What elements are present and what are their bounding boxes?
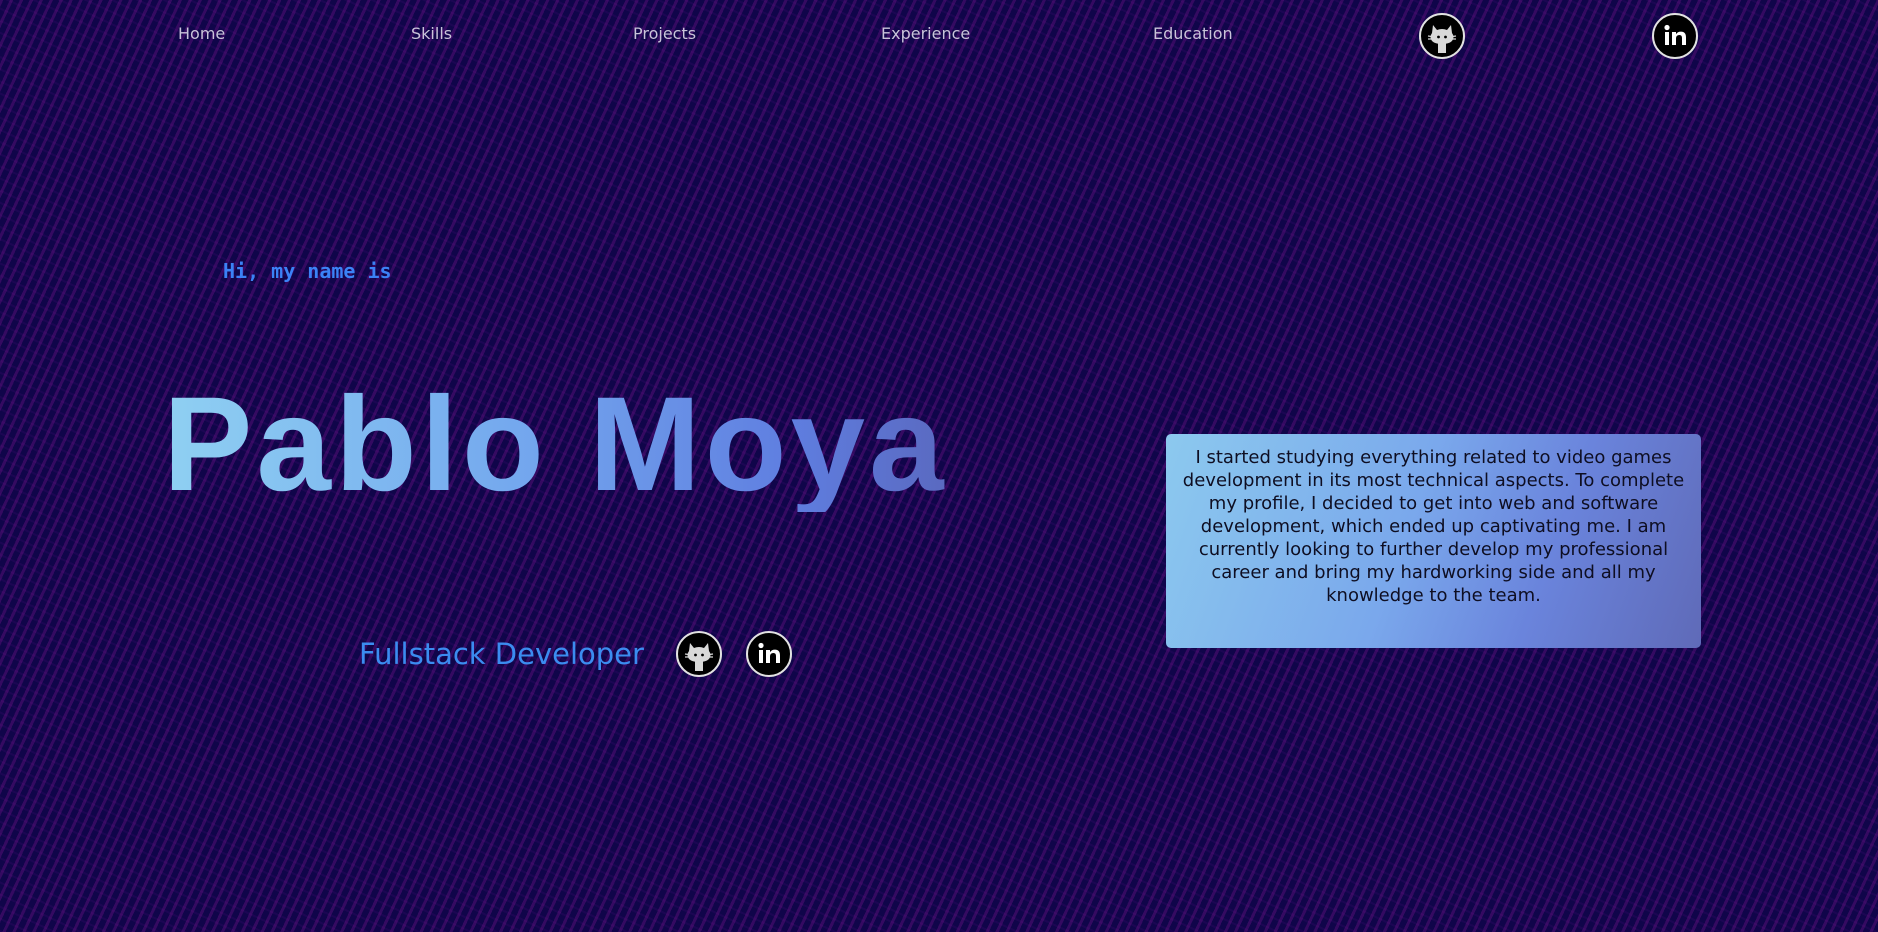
greeting-text: Hi, my name is	[223, 259, 392, 283]
linkedin-icon	[1664, 24, 1686, 45]
nav-link-experience[interactable]: Experience	[881, 24, 970, 43]
github-icon	[1427, 25, 1457, 53]
nav-github-link[interactable]	[1419, 13, 1465, 59]
nav-link-home[interactable]: Home	[178, 24, 225, 43]
hero-role: Fullstack Developer	[359, 637, 644, 671]
github-icon	[684, 643, 714, 671]
top-navigation: Home Skills Projects Experience Educatio…	[0, 0, 1878, 72]
nav-link-skills[interactable]: Skills	[411, 24, 452, 43]
linkedin-icon	[758, 642, 780, 663]
hero-github-link[interactable]	[676, 631, 722, 677]
about-card: I started studying everything related to…	[1166, 434, 1701, 648]
about-text: I started studying everything related to…	[1182, 447, 1685, 606]
hero-linkedin-link[interactable]	[746, 631, 792, 677]
hero-name: Pablo Moya	[163, 370, 948, 519]
nav-link-projects[interactable]: Projects	[633, 24, 696, 43]
nav-link-education[interactable]: Education	[1153, 24, 1233, 43]
nav-linkedin-link[interactable]	[1652, 13, 1698, 59]
